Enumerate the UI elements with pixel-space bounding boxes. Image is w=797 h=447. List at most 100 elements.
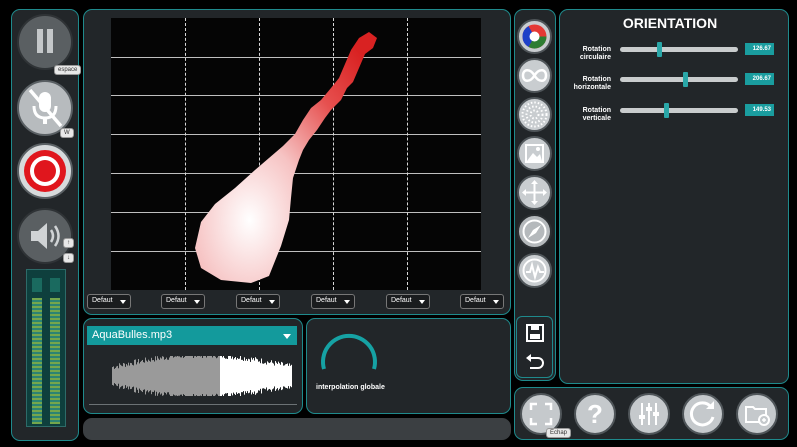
help-icon: ?	[587, 399, 603, 429]
waveform-sample	[287, 363, 288, 389]
waveform-sample	[262, 363, 263, 389]
waveform-sample	[211, 356, 212, 396]
waveform-sample	[266, 364, 267, 388]
orientation-tool-button[interactable]	[517, 214, 552, 249]
undo-icon[interactable]	[524, 349, 546, 371]
waveform-sample	[247, 360, 248, 392]
rotation-circular-value: 126.67	[745, 43, 774, 55]
waveform-sample	[198, 356, 199, 396]
interpolation-knob[interactable]	[318, 325, 380, 375]
reset-button[interactable]	[682, 393, 724, 435]
channel-dropdown[interactable]: Defaut	[311, 294, 355, 309]
waveform-sample	[290, 365, 291, 387]
waveform-sample	[127, 365, 128, 387]
refresh-icon	[689, 401, 715, 427]
waveform-sample	[139, 363, 140, 389]
waveform-sample	[257, 359, 258, 393]
waveform-sample	[206, 357, 207, 395]
waveform-sample	[182, 356, 183, 396]
open-file-button[interactable]	[736, 393, 778, 435]
waveform-sample	[200, 356, 201, 396]
waveform-sample	[251, 357, 252, 395]
channel-dropdown[interactable]: Defaut	[386, 294, 430, 309]
pattern-tool-button[interactable]	[517, 97, 552, 132]
drawn-shape	[195, 32, 377, 283]
track-select[interactable]: AquaBulles.mp3	[87, 326, 297, 345]
waveform-sample	[128, 362, 129, 390]
save-icon[interactable]	[524, 322, 546, 344]
waveform-sample	[170, 356, 171, 396]
infinity-tool-button[interactable]	[517, 58, 552, 93]
rotation-vertical-slider[interactable]	[620, 103, 738, 118]
waveform-sample	[197, 356, 198, 396]
slider-thumb[interactable]	[664, 103, 669, 118]
waveform-sample	[172, 356, 173, 396]
status-bar	[83, 418, 511, 440]
waveform-sample	[243, 360, 244, 392]
volume-down-badge[interactable]: ↓	[63, 253, 74, 263]
chevron-down-icon	[269, 300, 275, 304]
waveform-sample	[207, 356, 208, 396]
help-button[interactable]: ?	[574, 393, 616, 435]
waveform-sample	[160, 357, 161, 395]
waveform-sample	[192, 356, 193, 396]
waveform-sample	[267, 361, 268, 391]
waveform-sample	[285, 364, 286, 388]
waveform-sample	[252, 359, 253, 393]
waveform-sample	[201, 356, 202, 396]
slider-thumb[interactable]	[657, 42, 662, 57]
rotation-horizontal-slider[interactable]	[620, 72, 738, 87]
waveform-sample	[205, 356, 206, 396]
waveform-sample	[154, 361, 155, 391]
waveform-display[interactable]	[112, 356, 297, 396]
waveform-sample	[273, 363, 274, 389]
waveform-sample	[227, 358, 228, 394]
color-tool-button[interactable]	[517, 19, 552, 54]
waveform-sample	[224, 357, 225, 395]
waveform-sample	[277, 363, 278, 389]
waveform-sample	[246, 358, 247, 394]
waveform-sample	[161, 358, 162, 394]
waveform-sample	[140, 361, 141, 391]
waveform-sample	[238, 358, 239, 394]
pause-button[interactable]	[17, 14, 73, 70]
color-wheel-icon	[522, 24, 547, 49]
waveform-sample	[149, 360, 150, 392]
waveform-sample	[138, 359, 139, 393]
channel-dropdown[interactable]: Defaut	[460, 294, 504, 309]
waveform-sample	[219, 356, 220, 396]
waveform-sample	[208, 356, 209, 396]
image-tool-button[interactable]	[517, 136, 552, 171]
rotation-circular-slider[interactable]	[620, 42, 738, 57]
record-button[interactable]	[17, 143, 73, 199]
waveform-sample	[147, 361, 148, 391]
waveform-sample	[134, 359, 135, 393]
waveform-sample	[268, 362, 269, 390]
waveform-sample	[118, 368, 119, 384]
rotation-vertical-label: Rotation verticale	[582, 107, 611, 122]
slider-thumb[interactable]	[683, 72, 688, 87]
waveform-sample	[210, 356, 211, 396]
waveform-sample	[274, 365, 275, 387]
volume-up-badge[interactable]: ↑	[63, 238, 74, 248]
waveform-sample	[263, 363, 264, 389]
channel-dropdown[interactable]: Defaut	[161, 294, 205, 309]
settings-button[interactable]	[628, 393, 670, 435]
waveform-sample	[143, 362, 144, 390]
waveform-sample	[176, 356, 177, 396]
waveform-sample	[221, 356, 222, 396]
waveform-sample	[126, 364, 127, 388]
dots-pattern-icon	[521, 101, 548, 128]
waveform-sample	[120, 364, 121, 388]
channel-dropdown[interactable]: Defaut	[236, 294, 280, 309]
wave-tool-button[interactable]	[517, 253, 552, 288]
waveform-sample	[141, 360, 142, 392]
waveform-sample	[119, 363, 120, 389]
waveform-sample	[156, 360, 157, 392]
waveform-sample	[142, 359, 143, 393]
channel-dropdown[interactable]: Defaut	[87, 294, 131, 309]
waveform-sample	[177, 356, 178, 396]
waveform-sample	[186, 356, 187, 396]
move-tool-button[interactable]	[517, 175, 552, 210]
drawing-canvas[interactable]	[111, 18, 481, 290]
